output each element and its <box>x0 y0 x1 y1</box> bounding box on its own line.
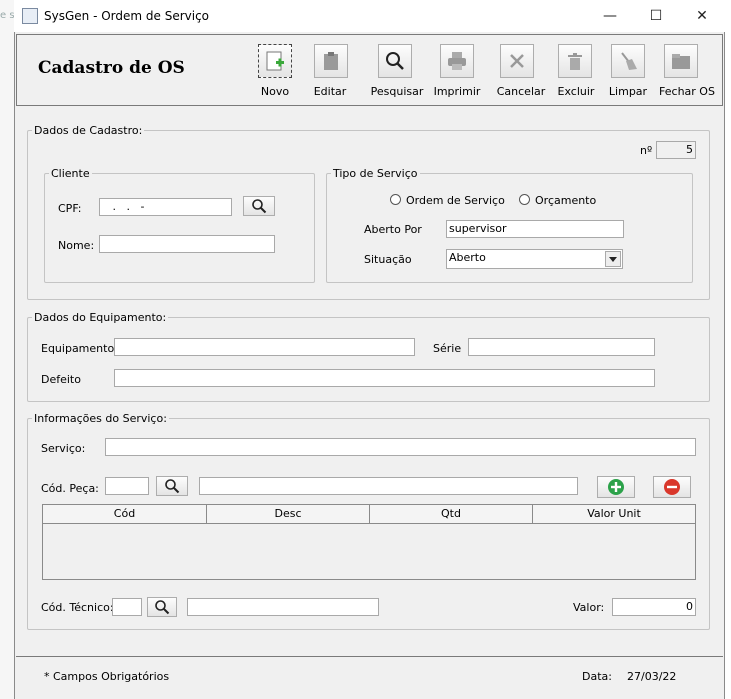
situacao-label: Situação <box>364 253 412 266</box>
window-title: SysGen - Ordem de Serviço <box>44 9 210 23</box>
fechar-os-label: Fechar OS <box>659 85 715 98</box>
numero-field: 5 <box>656 141 696 159</box>
data-label: Data: <box>582 670 612 683</box>
equipamento-legend: Dados do Equipamento: <box>32 311 169 324</box>
limpar-button[interactable] <box>611 44 645 78</box>
excluir-button[interactable] <box>558 44 592 78</box>
cliente-legend: Cliente <box>49 167 92 180</box>
clipboard-icon <box>324 52 338 70</box>
search-icon <box>252 199 267 214</box>
cod-tecnico-label: Cód. Técnico: <box>41 601 114 614</box>
chevron-down-icon[interactable] <box>605 251 621 267</box>
cpf-input[interactable]: . . - <box>99 198 232 216</box>
column-header-cod[interactable]: Cód <box>43 505 207 524</box>
imprimir-label: Imprimir <box>433 85 481 98</box>
servico-label: Serviço: <box>41 442 86 455</box>
column-header-desc[interactable]: Desc <box>207 505 370 524</box>
ordem-servico-label: Ordem de Serviço <box>406 194 505 207</box>
valor-input[interactable]: 0 <box>612 598 696 616</box>
equipamento-group <box>27 317 710 402</box>
cod-tecnico-input[interactable] <box>112 598 142 616</box>
folder-icon <box>672 54 690 69</box>
search-icon <box>155 600 170 615</box>
aberto-por-input[interactable]: supervisor <box>446 220 624 238</box>
cliente-search-button[interactable] <box>243 196 275 216</box>
add-item-button[interactable] <box>597 476 635 498</box>
equipamento-input[interactable] <box>114 338 415 356</box>
background-text: e s <box>0 10 15 21</box>
serie-input[interactable] <box>468 338 655 356</box>
situacao-select[interactable]: Aberto <box>446 249 623 269</box>
cod-peca-label: Cód. Peça: <box>41 482 99 495</box>
remove-item-button[interactable] <box>653 476 691 498</box>
search-icon <box>386 52 404 70</box>
printer-icon <box>448 52 466 70</box>
peca-desc-input[interactable] <box>199 477 578 495</box>
close-button[interactable]: ✕ <box>679 0 725 32</box>
novo-button[interactable] <box>258 44 292 78</box>
minimize-button[interactable]: — <box>587 0 633 32</box>
situacao-value: Aberto <box>449 251 486 264</box>
defeito-label: Defeito <box>41 373 81 386</box>
aberto-por-label: Aberto Por <box>364 223 422 236</box>
cancel-x-icon <box>510 54 524 68</box>
orcamento-radio[interactable] <box>519 194 530 205</box>
cpf-label: CPF: <box>58 202 82 215</box>
servico-legend: Informações do Serviço: <box>32 412 169 425</box>
editar-label: Editar <box>313 85 347 98</box>
tecnico-name-input[interactable] <box>187 598 379 616</box>
tipo-servico-legend: Tipo de Serviço <box>331 167 420 180</box>
defeito-input[interactable] <box>114 369 655 387</box>
plus-circle-icon <box>608 479 624 495</box>
cod-peca-input[interactable] <box>105 477 149 495</box>
column-header-valor-unit[interactable]: Valor Unit <box>533 505 695 524</box>
broom-icon <box>621 52 637 70</box>
numero-label: nº <box>640 144 653 157</box>
nome-label: Nome: <box>58 239 95 252</box>
form-title: Cadastro de OS <box>38 58 185 78</box>
cancelar-button[interactable] <box>500 44 534 78</box>
search-icon <box>165 479 180 494</box>
editar-button[interactable] <box>314 44 348 78</box>
java-app-icon <box>22 8 38 24</box>
data-value: 27/03/22 <box>627 670 677 683</box>
maximize-button[interactable]: ☐ <box>633 0 679 32</box>
nome-input[interactable] <box>99 235 275 253</box>
minus-circle-icon <box>664 479 680 495</box>
ordem-servico-radio[interactable] <box>390 194 401 205</box>
equipamento-label: Equipamento <box>41 342 115 355</box>
trash-icon <box>568 53 582 70</box>
valor-label: Valor: <box>573 601 605 614</box>
fechar-os-button[interactable] <box>664 44 698 78</box>
pesquisar-button[interactable] <box>378 44 412 78</box>
new-document-icon <box>266 51 284 71</box>
peca-search-button[interactable] <box>156 476 188 496</box>
pecas-table[interactable]: Cód Desc Qtd Valor Unit <box>42 504 696 580</box>
serie-label: Série <box>433 342 462 355</box>
background-window <box>0 0 14 699</box>
column-header-qtd[interactable]: Qtd <box>370 505 533 524</box>
imprimir-button[interactable] <box>440 44 474 78</box>
servico-input[interactable] <box>105 438 696 456</box>
cliente-group <box>44 173 315 283</box>
orcamento-label: Orçamento <box>535 194 597 207</box>
tecnico-search-button[interactable] <box>147 597 177 617</box>
dados-cadastro-legend: Dados de Cadastro: <box>32 124 145 137</box>
campos-obrigatorios-note: * Campos Obrigatórios <box>44 670 170 683</box>
